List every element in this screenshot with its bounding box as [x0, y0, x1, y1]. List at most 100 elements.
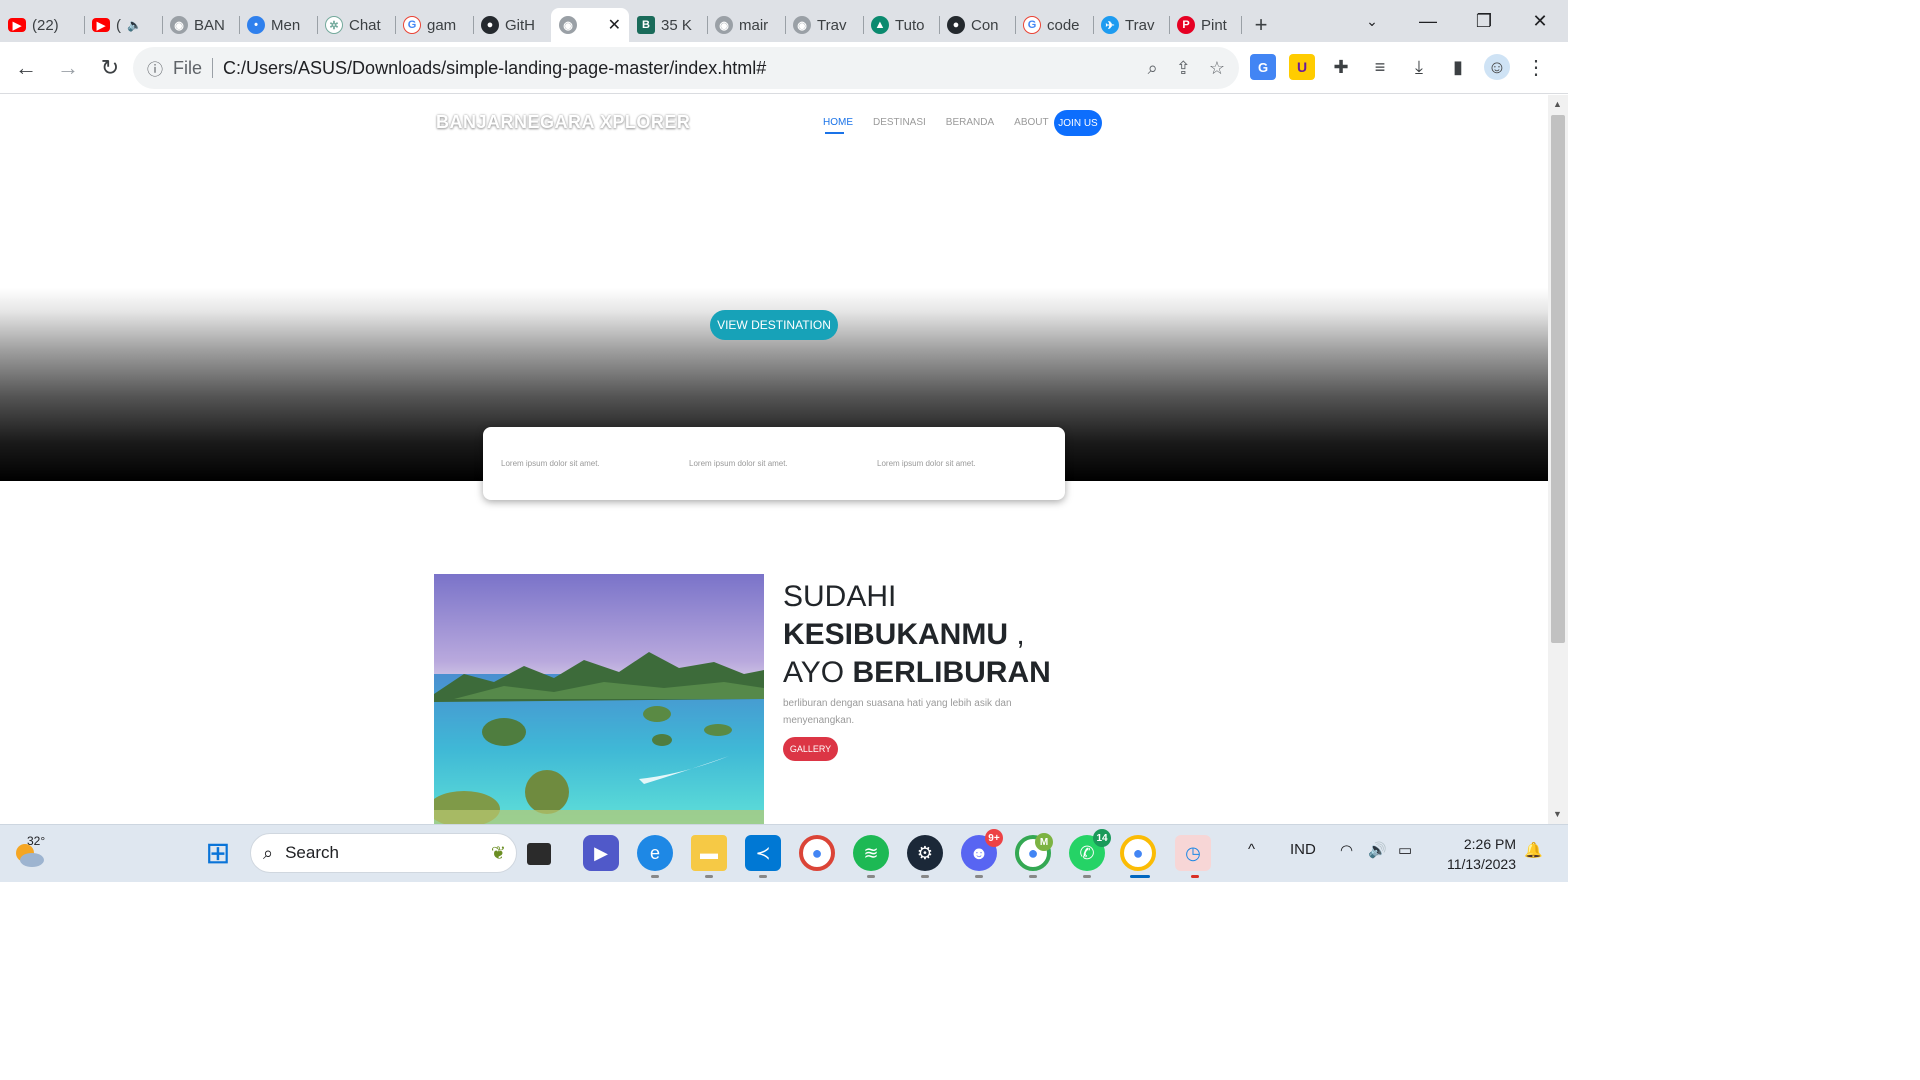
tab-label: Tuto: [895, 16, 925, 34]
download-icon[interactable]: ⤓: [1406, 54, 1432, 80]
explorer-running-indicator: [705, 875, 713, 878]
tab-github[interactable]: ● GitH: [473, 8, 551, 42]
windows-taskbar: 32° ⊞ ⌕ Search ❦ ▶ e ▬ ≺ ● ≋ ⚙ ☻ 9+ ● M …: [0, 824, 1568, 882]
battery-icon[interactable]: ▭: [1398, 841, 1412, 859]
chrome-profile-icon[interactable]: ● M: [1015, 833, 1053, 871]
bootstrap-icon: B: [637, 16, 655, 34]
tab-travel-2[interactable]: ✈ Trav: [1093, 8, 1169, 42]
back-button[interactable]: ←: [6, 48, 46, 88]
tab-github-2[interactable]: ● Con: [939, 8, 1015, 42]
view-destination-button[interactable]: VIEW DESTINATION: [710, 310, 838, 340]
vscode-icon[interactable]: ≺: [745, 835, 781, 871]
info-item: Lorem ipsum dolor sit amet.: [689, 459, 788, 468]
scroll-thumb[interactable]: [1551, 115, 1565, 643]
whatsapp-icon[interactable]: ✆ 14: [1069, 829, 1111, 871]
tray-overflow-icon[interactable]: ^: [1248, 841, 1255, 858]
tab-google-code[interactable]: G code: [1015, 8, 1093, 42]
windows-start-icon[interactable]: ⊞: [200, 835, 236, 871]
tab-youtube-1[interactable]: ▶ (22): [0, 8, 84, 42]
chrome-active-icon[interactable]: ●: [1120, 835, 1156, 871]
nav-home[interactable]: HOME: [823, 117, 853, 134]
bookmark-star-icon[interactable]: ☆: [1209, 58, 1225, 79]
tab-ban[interactable]: ◉ BAN: [162, 8, 239, 42]
spotify-running-indicator: [867, 875, 875, 878]
forward-button[interactable]: →: [48, 48, 88, 88]
chatgpt-icon: ✲: [325, 16, 343, 34]
search-label: Search: [285, 843, 339, 862]
url-scheme: File: [173, 57, 203, 78]
tab-bootstrap[interactable]: B 35 K: [629, 8, 707, 42]
task-view-icon[interactable]: [527, 843, 551, 865]
side-panel-icon[interactable]: ▮: [1445, 54, 1471, 80]
volume-icon[interactable]: 🔊: [1368, 841, 1387, 859]
globe-icon: ◉: [793, 16, 811, 34]
tab-search-icon[interactable]: ⌄: [1344, 13, 1400, 30]
tab-pinterest[interactable]: P Pint: [1169, 8, 1241, 42]
profile-avatar[interactable]: ☺: [1484, 54, 1510, 80]
site-brand[interactable]: BANJARNEGARA XPLORER: [436, 112, 690, 133]
headline-line-2-rest: ,: [1008, 618, 1025, 651]
reload-button[interactable]: ↻: [90, 48, 130, 88]
tab-label: Trav: [817, 16, 847, 34]
tab-label: Trav: [1125, 16, 1155, 34]
tab-label: Chat: [349, 16, 381, 34]
tab-strip: ▶ (22) ▶ ( 🔈 ◉ BAN • Men ✲ Chat G gam ● …: [0, 0, 1568, 42]
new-tab-button[interactable]: +: [1241, 8, 1281, 42]
tab-active[interactable]: ◉ ✕: [551, 8, 629, 42]
spotify-icon[interactable]: ≋: [853, 835, 889, 871]
nav-beranda[interactable]: BERANDA: [946, 117, 994, 128]
file-explorer-icon[interactable]: ▬: [691, 835, 727, 871]
zoom-icon[interactable]: ⌕: [1148, 58, 1158, 79]
discord-icon[interactable]: ☻ 9+: [961, 829, 1003, 871]
tab-main[interactable]: ◉ mair: [707, 8, 785, 42]
edge-running-indicator: [651, 875, 659, 878]
tutorial-icon: ▲: [871, 16, 889, 34]
minimize-icon[interactable]: —: [1400, 11, 1456, 32]
page-scrollbar[interactable]: ▲ ▼: [1548, 95, 1568, 824]
tab-men[interactable]: • Men: [239, 8, 317, 42]
tab-tutorial[interactable]: ▲ Tuto: [863, 8, 939, 42]
headline-line-1: SUDAHI: [783, 580, 897, 613]
audio-icon[interactable]: 🔈: [127, 18, 142, 32]
tab-youtube-2[interactable]: ▶ ( 🔈: [84, 8, 162, 42]
clock-time: 2:26 PM: [1463, 836, 1516, 852]
address-bar[interactable]: ⓘ File C:/Users/ASUS/Downloads/simple-la…: [133, 47, 1239, 89]
gallery-button[interactable]: GALLERY: [783, 737, 838, 761]
tab-close-icon[interactable]: ✕: [608, 15, 621, 35]
scroll-down-icon[interactable]: ▼: [1553, 809, 1562, 819]
google-translate-icon[interactable]: G: [1250, 54, 1276, 80]
share-icon[interactable]: ⇪: [1176, 58, 1191, 79]
tab-label: Pint: [1201, 16, 1227, 34]
menu-kebab-icon[interactable]: ⋮: [1523, 54, 1549, 80]
notification-bell-icon[interactable]: 🔔: [1524, 841, 1543, 859]
app-active-icon[interactable]: ◷: [1175, 835, 1211, 871]
headline: SUDAHI KESIBUKANMU , AYO BERLIBURAN: [783, 578, 1051, 692]
taskbar-search[interactable]: ⌕ Search ❦: [250, 833, 517, 873]
media-control-icon[interactable]: ≡: [1367, 54, 1393, 80]
nav-about[interactable]: ABOUT: [1014, 117, 1048, 128]
nav-destinasi[interactable]: DESTINASI: [873, 117, 926, 128]
join-us-button[interactable]: JOIN US: [1054, 110, 1102, 136]
tab-travel-1[interactable]: ◉ Trav: [785, 8, 863, 42]
url-text[interactable]: C:/Users/ASUS/Downloads/simple-landing-p…: [223, 58, 766, 79]
scroll-up-icon[interactable]: ▲: [1553, 99, 1562, 109]
discord-badge: 9+: [985, 829, 1003, 847]
site-info-icon[interactable]: ⓘ: [147, 56, 163, 80]
tab-label: BAN: [194, 16, 225, 34]
tab-chat[interactable]: ✲ Chat: [317, 8, 395, 42]
system-clock[interactable]: 2:26 PM 11/13/2023: [1436, 834, 1516, 874]
edge-icon[interactable]: e: [637, 835, 673, 871]
puzzle-extensions-icon[interactable]: ✚: [1328, 54, 1354, 80]
close-window-icon[interactable]: ✕: [1512, 11, 1568, 32]
restore-icon[interactable]: ❐: [1456, 11, 1512, 32]
teams-icon[interactable]: ▶: [583, 835, 619, 871]
search-highlight-icon: ❦: [490, 842, 506, 863]
steam-icon[interactable]: ⚙: [907, 835, 943, 871]
extension-u-icon[interactable]: U: [1289, 54, 1315, 80]
language-indicator[interactable]: IND: [1290, 841, 1316, 858]
tab-google-gam[interactable]: G gam: [395, 8, 473, 42]
headline-line-3-bold: BERLIBURAN: [852, 656, 1051, 689]
wifi-icon[interactable]: ◠: [1340, 841, 1353, 859]
chrome-icon[interactable]: ●: [799, 835, 835, 871]
headline-line-3-light: AYO: [783, 656, 853, 689]
